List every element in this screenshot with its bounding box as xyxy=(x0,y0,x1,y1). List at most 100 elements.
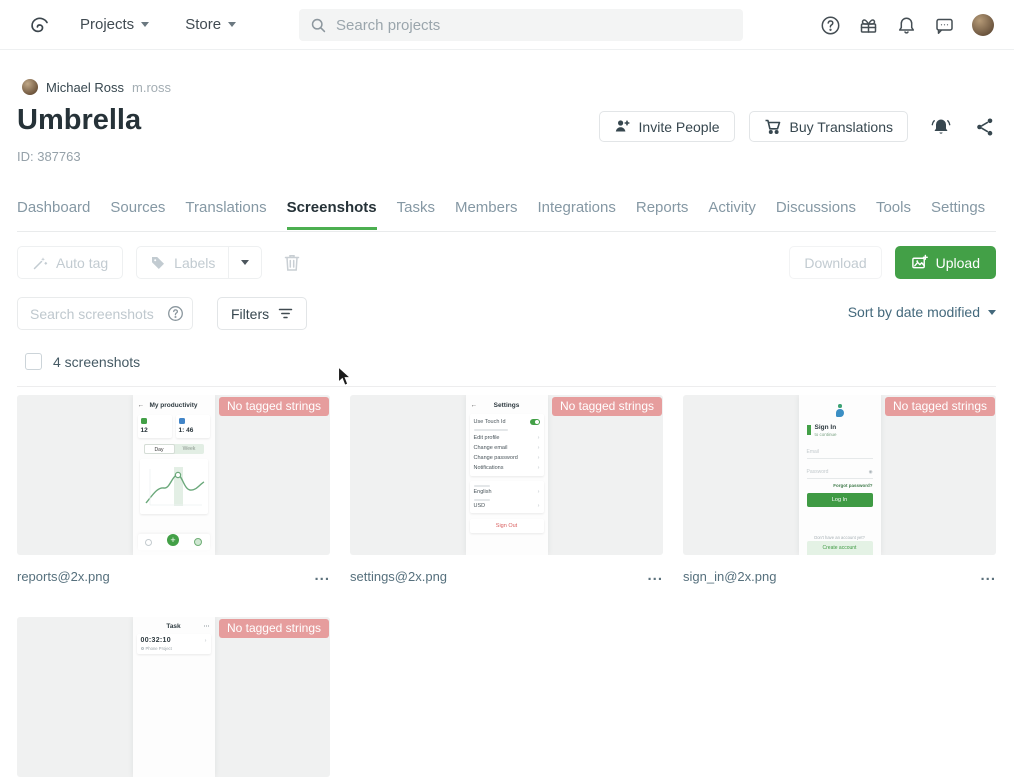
toggle-on xyxy=(530,419,540,425)
setting-label: Change email xyxy=(474,445,508,451)
invite-people-button[interactable]: Invite People xyxy=(599,111,735,142)
back-arrow: ← xyxy=(471,402,478,409)
tab-tasks[interactable]: Tasks xyxy=(397,199,435,230)
screenshot-card-settings: No tagged strings ←Settings Use Touch Id… xyxy=(350,395,663,585)
filters-button[interactable]: Filters xyxy=(217,297,307,330)
tab-activity[interactable]: Activity xyxy=(708,199,756,230)
password-placeholder: Password xyxy=(807,469,829,475)
search-icon xyxy=(310,17,327,34)
cart-icon xyxy=(764,118,782,135)
filter-icon xyxy=(278,307,293,320)
setting-label: Edit profile xyxy=(474,435,500,441)
forgot-password-link: Forgot password? xyxy=(807,483,873,488)
upload-button[interactable]: Upload xyxy=(895,246,996,279)
thumb-phone-mock: Sign In to continue Email Password◉ Forg… xyxy=(799,395,881,555)
user-avatar[interactable] xyxy=(972,14,994,36)
thumb-phone-mock: ←Settings Use Touch Id Edit profile› Cha… xyxy=(466,395,548,555)
tab-members[interactable]: Members xyxy=(455,199,518,230)
thumb-title: Task xyxy=(166,623,180,630)
gift-icon[interactable] xyxy=(858,15,879,36)
magic-wand-icon xyxy=(32,255,48,271)
chevron-down-icon xyxy=(141,22,149,27)
person-add-icon xyxy=(614,118,631,135)
screenshot-thumbnail[interactable]: No tagged strings Task⋯ 00:32:10 › Phone… xyxy=(17,617,330,777)
nav-store[interactable]: Store xyxy=(185,16,236,33)
bell-icon[interactable] xyxy=(896,15,917,36)
screenshot-filename: settings@2x.png xyxy=(350,569,447,584)
mouse-cursor xyxy=(337,366,354,388)
card-menu-button[interactable]: ... xyxy=(314,571,330,581)
nav-projects[interactable]: Projects xyxy=(80,16,149,33)
chevron-down-icon xyxy=(228,22,236,27)
thumb-title: My productivity xyxy=(149,402,197,409)
tabs-divider xyxy=(17,231,996,232)
no-tagged-strings-badge: No tagged strings xyxy=(552,397,662,416)
chat-icon[interactable] xyxy=(934,15,955,36)
tab-tools[interactable]: Tools xyxy=(876,199,911,230)
setting-label: Change password xyxy=(474,455,518,461)
tab-sources[interactable]: Sources xyxy=(110,199,165,230)
sort-dropdown[interactable]: Sort by date modified xyxy=(848,304,996,320)
card-menu-button[interactable]: ... xyxy=(980,571,996,581)
no-tagged-strings-badge: No tagged strings xyxy=(219,619,329,638)
stat-value: 1: 46 xyxy=(179,427,207,434)
setting-label: USD xyxy=(474,503,486,509)
buy-translations-button[interactable]: Buy Translations xyxy=(749,111,909,142)
app-logo-mock xyxy=(835,404,845,417)
download-button[interactable]: Download xyxy=(789,246,881,279)
global-search-input[interactable] xyxy=(336,17,696,34)
email-placeholder: Email xyxy=(807,449,820,455)
auto-tag-button[interactable]: Auto tag xyxy=(17,246,123,279)
screenshot-card-reports: No tagged strings ←My productivity 12 1:… xyxy=(17,395,330,585)
labels-button[interactable]: Labels xyxy=(137,247,228,278)
sort-label: Sort by date modified xyxy=(848,304,980,320)
nav-store-label: Store xyxy=(185,16,221,33)
screenshot-thumbnail[interactable]: No tagged strings Sign In to continue Em… xyxy=(683,395,996,555)
filters-label: Filters xyxy=(231,306,269,322)
log-in-button-mock: Log In xyxy=(807,493,873,507)
project-owner[interactable]: Michael Ross m.ross xyxy=(22,79,171,95)
global-search[interactable] xyxy=(299,9,743,41)
add-icon: + xyxy=(167,534,179,546)
project-tabs: Dashboard Sources Translations Screensho… xyxy=(17,199,996,230)
setting-label: Notifications xyxy=(474,465,504,471)
select-all-checkbox[interactable] xyxy=(25,353,42,370)
create-account-mock: Create account xyxy=(807,541,873,555)
auto-tag-label: Auto tag xyxy=(56,255,108,271)
share-icon[interactable] xyxy=(974,116,996,138)
image-add-icon xyxy=(911,254,928,271)
owner-name: Michael Ross xyxy=(46,80,124,95)
screenshot-count: 4 screenshots xyxy=(53,354,140,370)
top-navbar: Projects Store xyxy=(0,0,1014,50)
screenshot-card-sign-in: No tagged strings Sign In to continue Em… xyxy=(683,395,996,585)
chevron-down-icon xyxy=(241,260,249,265)
tab-screenshots[interactable]: Screenshots xyxy=(287,199,377,230)
screenshot-thumbnail[interactable]: No tagged strings ←My productivity 12 1:… xyxy=(17,395,330,555)
list-divider xyxy=(17,386,996,387)
screenshot-card-task: No tagged strings Task⋯ 00:32:10 › Phone… xyxy=(17,617,330,777)
tab-integrations[interactable]: Integrations xyxy=(537,199,615,230)
tab-translations[interactable]: Translations xyxy=(185,199,266,230)
thumb-title: Sign In xyxy=(815,424,837,431)
help-circle-icon[interactable] xyxy=(167,305,184,322)
clock-icon xyxy=(145,539,152,546)
watch-bell-icon[interactable] xyxy=(930,116,952,138)
labels-dropdown-button[interactable] xyxy=(228,247,261,278)
segment-day: Day xyxy=(144,444,175,454)
buy-translations-label: Buy Translations xyxy=(790,119,894,135)
delete-icon[interactable] xyxy=(283,253,301,273)
setting-label: English xyxy=(474,489,492,495)
no-tagged-strings-badge: No tagged strings xyxy=(885,397,995,416)
tab-dashboard[interactable]: Dashboard xyxy=(17,199,90,230)
labels-label: Labels xyxy=(174,255,215,271)
tab-reports[interactable]: Reports xyxy=(636,199,689,230)
help-icon[interactable] xyxy=(820,15,841,36)
app-logo-icon[interactable] xyxy=(27,13,51,37)
card-menu-button[interactable]: ... xyxy=(647,571,663,581)
download-label: Download xyxy=(804,255,866,271)
tab-discussions[interactable]: Discussions xyxy=(776,199,856,230)
thumb-title: Settings xyxy=(494,402,520,409)
screenshot-filename: sign_in@2x.png xyxy=(683,569,776,584)
screenshot-thumbnail[interactable]: No tagged strings ←Settings Use Touch Id… xyxy=(350,395,663,555)
tab-settings[interactable]: Settings xyxy=(931,199,985,230)
